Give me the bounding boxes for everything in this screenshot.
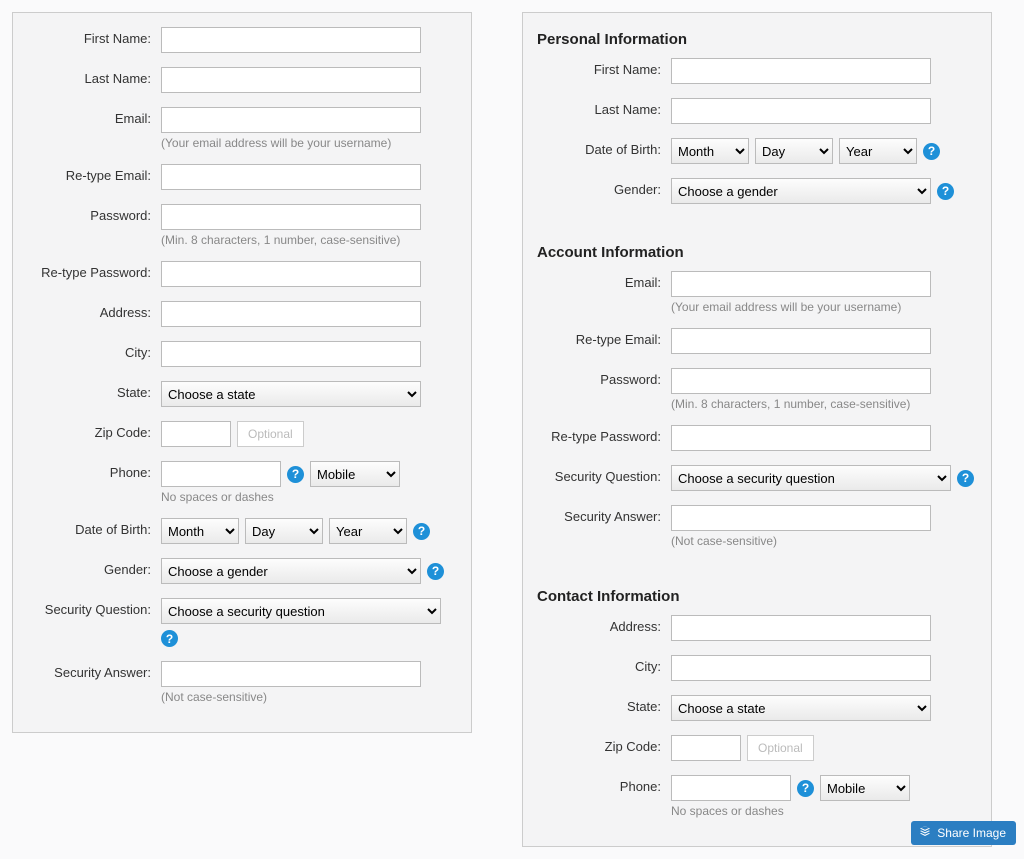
first-name-input[interactable] bbox=[671, 58, 931, 84]
zip-input[interactable] bbox=[161, 421, 231, 447]
retype-password-input[interactable] bbox=[671, 425, 931, 451]
zip-label: Zip Code: bbox=[21, 421, 161, 440]
email-hint: (Your email address will be your usernam… bbox=[671, 300, 975, 314]
phone-hint: No spaces or dashes bbox=[161, 490, 455, 504]
security-answer-hint: (Not case-sensitive) bbox=[161, 690, 455, 704]
security-answer-input[interactable] bbox=[161, 661, 421, 687]
phone-type-select[interactable]: Mobile bbox=[310, 461, 400, 487]
address-label: Address: bbox=[531, 615, 671, 634]
city-input[interactable] bbox=[161, 341, 421, 367]
phone-label: Phone: bbox=[531, 775, 671, 794]
first-name-label: First Name: bbox=[21, 27, 161, 46]
address-input[interactable] bbox=[671, 615, 931, 641]
password-input[interactable] bbox=[671, 368, 931, 394]
right-form-panel: Personal Information First Name: Last Na… bbox=[522, 12, 992, 847]
zip-optional-button[interactable]: Optional bbox=[237, 421, 304, 447]
email-label: Email: bbox=[531, 271, 671, 290]
email-input[interactable] bbox=[161, 107, 421, 133]
dob-year-select[interactable]: Year bbox=[839, 138, 917, 164]
dob-month-select[interactable]: Month bbox=[671, 138, 749, 164]
share-image-label: Share Image bbox=[937, 826, 1006, 840]
dob-day-select[interactable]: Day bbox=[245, 518, 323, 544]
retype-password-label: Re-type Password: bbox=[21, 261, 161, 280]
email-hint: (Your email address will be your usernam… bbox=[161, 136, 455, 150]
dob-year-select[interactable]: Year bbox=[329, 518, 407, 544]
password-input[interactable] bbox=[161, 204, 421, 230]
security-question-label: Security Question: bbox=[531, 465, 671, 484]
phone-hint: No spaces or dashes bbox=[671, 804, 975, 818]
help-icon[interactable]: ? bbox=[937, 183, 954, 200]
dob-label: Date of Birth: bbox=[21, 518, 161, 537]
phone-input[interactable] bbox=[671, 775, 791, 801]
help-icon[interactable]: ? bbox=[957, 470, 974, 487]
address-input[interactable] bbox=[161, 301, 421, 327]
security-question-select[interactable]: Choose a security question bbox=[161, 598, 441, 624]
security-question-select[interactable]: Choose a security question bbox=[671, 465, 951, 491]
help-icon[interactable]: ? bbox=[923, 143, 940, 160]
retype-email-label: Re-type Email: bbox=[531, 328, 671, 347]
security-answer-label: Security Answer: bbox=[531, 505, 671, 524]
help-icon[interactable]: ? bbox=[413, 523, 430, 540]
help-icon[interactable]: ? bbox=[797, 780, 814, 797]
state-select[interactable]: Choose a state bbox=[161, 381, 421, 407]
security-question-label: Security Question: bbox=[21, 598, 161, 617]
password-hint: (Min. 8 characters, 1 number, case-sensi… bbox=[161, 233, 455, 247]
contact-info-heading: Contact Information bbox=[537, 588, 975, 605]
last-name-input[interactable] bbox=[671, 98, 931, 124]
retype-email-label: Re-type Email: bbox=[21, 164, 161, 183]
retype-email-input[interactable] bbox=[671, 328, 931, 354]
last-name-input[interactable] bbox=[161, 67, 421, 93]
account-info-heading: Account Information bbox=[537, 244, 975, 261]
state-select[interactable]: Choose a state bbox=[671, 695, 931, 721]
password-hint: (Min. 8 characters, 1 number, case-sensi… bbox=[671, 397, 975, 411]
phone-input[interactable] bbox=[161, 461, 281, 487]
help-icon[interactable]: ? bbox=[287, 466, 304, 483]
help-icon[interactable]: ? bbox=[161, 630, 178, 647]
gender-label: Gender: bbox=[531, 178, 671, 197]
email-label: Email: bbox=[21, 107, 161, 126]
retype-email-input[interactable] bbox=[161, 164, 421, 190]
gender-select[interactable]: Choose a gender bbox=[161, 558, 421, 584]
retype-password-label: Re-type Password: bbox=[531, 425, 671, 444]
city-label: City: bbox=[21, 341, 161, 360]
password-label: Password: bbox=[531, 368, 671, 387]
help-icon[interactable]: ? bbox=[427, 563, 444, 580]
share-image-button[interactable]: Share Image bbox=[911, 821, 1016, 845]
gender-label: Gender: bbox=[21, 558, 161, 577]
password-label: Password: bbox=[21, 204, 161, 223]
first-name-input[interactable] bbox=[161, 27, 421, 53]
last-name-label: Last Name: bbox=[21, 67, 161, 86]
zip-label: Zip Code: bbox=[531, 735, 671, 754]
phone-label: Phone: bbox=[21, 461, 161, 480]
dob-month-select[interactable]: Month bbox=[161, 518, 239, 544]
state-label: State: bbox=[531, 695, 671, 714]
personal-info-heading: Personal Information bbox=[537, 31, 975, 48]
security-answer-input[interactable] bbox=[671, 505, 931, 531]
zip-optional-button[interactable]: Optional bbox=[747, 735, 814, 761]
dob-label: Date of Birth: bbox=[531, 138, 671, 157]
address-label: Address: bbox=[21, 301, 161, 320]
state-label: State: bbox=[21, 381, 161, 400]
dob-day-select[interactable]: Day bbox=[755, 138, 833, 164]
city-label: City: bbox=[531, 655, 671, 674]
phone-type-select[interactable]: Mobile bbox=[820, 775, 910, 801]
city-input[interactable] bbox=[671, 655, 931, 681]
layers-icon bbox=[919, 825, 931, 840]
gender-select[interactable]: Choose a gender bbox=[671, 178, 931, 204]
last-name-label: Last Name: bbox=[531, 98, 671, 117]
zip-input[interactable] bbox=[671, 735, 741, 761]
security-answer-hint: (Not case-sensitive) bbox=[671, 534, 975, 548]
first-name-label: First Name: bbox=[531, 58, 671, 77]
email-input[interactable] bbox=[671, 271, 931, 297]
retype-password-input[interactable] bbox=[161, 261, 421, 287]
security-answer-label: Security Answer: bbox=[21, 661, 161, 680]
left-form-panel: First Name: Last Name: Email: (Your emai… bbox=[12, 12, 472, 733]
